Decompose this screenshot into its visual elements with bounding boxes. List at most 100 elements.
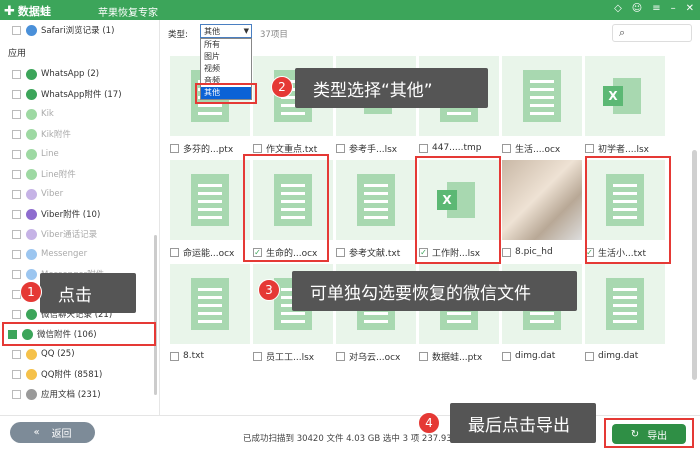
back-button[interactable]: « 返回 (10, 422, 95, 443)
grid-scrollbar[interactable] (692, 150, 697, 380)
file-checkbox[interactable] (170, 351, 179, 361)
sidebar-item[interactable]: Kik (12, 106, 54, 122)
sidebar-item[interactable]: Viber通话记录 (12, 226, 97, 242)
file-caption: dimg.dat (585, 349, 669, 363)
window-controls: ◇ ☺ ≡ – ✕ (614, 3, 694, 14)
image-thumbnail[interactable] (502, 160, 582, 240)
file-checkbox[interactable] (502, 351, 511, 361)
doc-line (198, 104, 222, 107)
close-icon[interactable]: ✕ (686, 3, 694, 14)
dropdown-option[interactable]: 视频 (201, 63, 251, 75)
file-checkbox[interactable] (336, 351, 345, 361)
instruction-callout: 点击 (40, 273, 136, 313)
dropdown-option[interactable]: 所有 (201, 39, 251, 51)
sidebar-item-checkbox[interactable] (12, 69, 21, 79)
diamond-icon[interactable]: ◇ (614, 3, 622, 14)
sidebar-item-checkbox[interactable] (12, 149, 21, 159)
file-checkbox[interactable] (336, 247, 345, 257)
sidebar-item[interactable]: Viber (12, 186, 63, 202)
file-caption: 8.pic_hd (502, 245, 586, 259)
sidebar-item[interactable]: Safari浏览记录 (1) (12, 22, 114, 38)
file-thumbnail[interactable]: X (585, 56, 665, 136)
file-thumbnail[interactable] (170, 160, 250, 240)
item-count: 37项目 (260, 30, 288, 40)
app-window: ✚ 数据蛙 苹果恢复专家 ◇ ☺ ≡ – ✕ 应用 Safari浏览记录 (1) W… (0, 0, 700, 450)
sidebar-item-label: 应用文档 (231) (41, 390, 101, 400)
sidebar-item[interactable]: 应用文档 (231) (12, 386, 101, 402)
doc-line (530, 80, 554, 83)
file-caption: 参考文献.txt (336, 245, 420, 259)
file-caption: 初学者....lsx (585, 141, 669, 155)
sidebar-scrollbar[interactable] (154, 235, 157, 395)
file-checkbox[interactable] (253, 351, 262, 361)
sidebar-item[interactable]: WhatsApp (2) (12, 66, 99, 82)
file-checkbox[interactable] (336, 143, 345, 153)
file-thumbnail[interactable] (336, 160, 416, 240)
sidebar-item-checkbox[interactable] (12, 129, 21, 139)
file-checkbox[interactable] (170, 247, 179, 257)
sidebar-item-checkbox[interactable] (12, 309, 21, 319)
spreadsheet-icon: X (603, 78, 641, 114)
file-checkbox[interactable] (585, 351, 594, 361)
file-checkbox[interactable] (502, 143, 511, 153)
doc-line (198, 320, 222, 323)
doc-line (447, 320, 471, 323)
sidebar-item[interactable]: WhatsApp附件 (17) (12, 86, 122, 102)
sidebar-item-checkbox[interactable] (12, 249, 21, 259)
file-thumbnail[interactable] (502, 56, 582, 136)
sidebar-item[interactable]: Messenger (12, 246, 87, 262)
sidebar-item[interactable]: Kik附件 (12, 126, 71, 142)
file-checkbox[interactable] (419, 351, 428, 361)
file-checkbox[interactable] (253, 143, 262, 153)
sidebar-item[interactable]: Viber附件 (10) (12, 206, 100, 222)
document-icon (357, 174, 395, 226)
sidebar-item-checkbox[interactable] (12, 369, 21, 379)
sidebar-item[interactable]: Line附件 (12, 166, 76, 182)
sidebar-item-label: WhatsApp附件 (17) (41, 90, 122, 100)
file-name: 多芬的...ptx (183, 144, 234, 155)
sidebar-item-checkbox[interactable] (12, 229, 21, 239)
file-thumbnail[interactable] (170, 264, 250, 344)
doc-line (281, 320, 305, 323)
sidebar-item-checkbox[interactable] (12, 389, 21, 399)
doc-line (613, 320, 637, 323)
back-label: 返回 (51, 429, 72, 440)
sidebar-item[interactable]: QQ附件 (8581) (12, 366, 102, 382)
file-thumbnail[interactable] (585, 264, 665, 344)
file-caption: 员工工...lsx (253, 349, 337, 363)
app-icon (26, 128, 37, 140)
sidebar-item-checkbox[interactable] (12, 349, 21, 359)
file-checkbox[interactable] (502, 247, 511, 257)
document-icon (191, 278, 229, 330)
sidebar-item-checkbox[interactable] (12, 109, 21, 119)
step-badge: 2 (271, 76, 293, 98)
user-icon[interactable]: ☺ (632, 3, 642, 14)
doc-line (364, 192, 388, 195)
chevron-down-icon: ▼ (243, 27, 249, 35)
sidebar-item[interactable]: Line (12, 146, 59, 162)
file-checkbox[interactable] (419, 143, 428, 153)
dropdown-option[interactable]: 图片 (201, 51, 251, 63)
file-checkbox[interactable] (585, 143, 594, 153)
file-name: dimg.dat (598, 351, 639, 361)
sidebar-item-checkbox[interactable] (12, 169, 21, 179)
callout-text: 可单独勾选要恢复的微信文件 (310, 283, 531, 304)
sidebar-item-checkbox[interactable] (12, 25, 21, 35)
sidebar-item-checkbox[interactable] (12, 189, 21, 199)
sidebar-item-checkbox[interactable] (12, 89, 21, 99)
doc-line (364, 200, 388, 203)
sidebar-item[interactable]: QQ (25) (12, 346, 75, 362)
file-name: 8.txt (183, 351, 204, 361)
doc-line (530, 112, 554, 115)
doc-line (198, 216, 222, 219)
type-select[interactable]: 其他 ▼ (200, 24, 252, 38)
menu-icon[interactable]: ≡ (652, 3, 660, 14)
minimize-icon[interactable]: – (671, 3, 676, 14)
excel-x-icon: X (603, 86, 623, 106)
search-input[interactable]: ⌕ (612, 24, 692, 42)
sidebar-item-checkbox[interactable] (12, 269, 21, 279)
file-checkbox[interactable] (170, 143, 179, 153)
plus-icon: ✚ (4, 3, 15, 19)
highlight-frame-file (415, 156, 501, 264)
sidebar-item-checkbox[interactable] (12, 209, 21, 219)
